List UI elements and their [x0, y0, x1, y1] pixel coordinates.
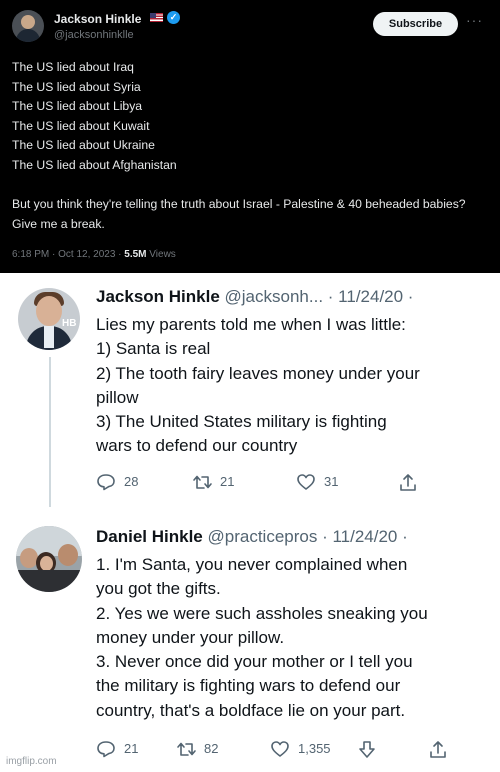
reply-icon [97, 474, 115, 491]
tweet-text: Lies my parents told me when I was littl… [96, 313, 488, 459]
author-name[interactable]: Daniel Hinkle [96, 527, 203, 546]
tweet-line: country, that's a boldface lie on your p… [96, 700, 406, 720]
watermark: imgflip.com [6, 756, 57, 767]
tweet-text: 1. I'm Santa, you never complained when … [96, 553, 488, 723]
subscribe-button[interactable]: Subscribe [373, 12, 458, 36]
views-count: 5.5M [124, 249, 147, 260]
tweet-header: Daniel Hinkle @practicepros · 11/24/20 · [96, 526, 408, 548]
tweet-line: pillow [96, 387, 139, 407]
author-avatar[interactable]: HB [18, 288, 80, 350]
tweet-line: The US lied about Iraq [12, 60, 134, 74]
download-icon [359, 741, 375, 758]
like-count: 1,355 [298, 741, 331, 756]
tweet-line: Lies my parents told me when I was littl… [96, 315, 406, 334]
more-options-icon[interactable]: ··· [466, 12, 483, 28]
verified-badge-icon: ✓ [167, 11, 180, 24]
retweet-icon [177, 742, 196, 756]
views-label: Views [146, 249, 176, 260]
tweet-line: The US lied about Kuwait [12, 118, 150, 133]
avatar-badge: HB [62, 318, 77, 329]
tweet-daniel[interactable]: Daniel Hinkle @practicepros · 11/24/20 ·… [0, 510, 500, 772]
tweet-jackson[interactable]: HB Jackson Hinkle @jacksonh... · 11/24/2… [0, 274, 500, 496]
retweet-count: 82 [204, 741, 219, 756]
share-icon [400, 474, 416, 491]
tweet-line: 2) The tooth fairy leaves money under yo… [96, 363, 420, 383]
top-tweet: Jackson Hinkle ✓ @jacksonhinklle Subscri… [0, 0, 500, 273]
tweet-date[interactable]: · 11/24/20 · [322, 527, 408, 546]
tweet-line: The US lied about Ukraine [12, 138, 155, 152]
tweet-line: 3) The United States military is fightin… [96, 412, 387, 432]
author-handle[interactable]: @jacksonhinklle [54, 29, 134, 41]
tweet-actions: 28 21 31 [96, 471, 426, 493]
tweet-line: you got the gifts. [96, 579, 221, 599]
author-avatar[interactable] [16, 526, 82, 592]
retweet-count: 21 [220, 474, 235, 489]
reply-count: 21 [124, 741, 139, 756]
tweet-line: money under your pillow. [96, 627, 285, 647]
reply-icon [97, 741, 115, 758]
retweet-icon [193, 475, 212, 489]
tweet-timestamp[interactable]: 6:18 PM · Oct 12, 2023 · [12, 249, 124, 260]
author-name[interactable]: Jackson Hinkle [54, 12, 141, 26]
tweet-line: 3. Never once did your mother or I tell … [96, 652, 413, 672]
tweet-line: The US lied about Afghanistan [12, 157, 177, 172]
reply-count: 28 [124, 474, 139, 489]
tweet-actions: 21 82 1,355 [96, 738, 446, 760]
tweet-date[interactable]: · 11/24/20 · [328, 287, 414, 306]
author-handle[interactable]: @jacksonh... [225, 287, 324, 306]
tweet-line: 2. Yes we were such assholes sneaking yo… [96, 603, 428, 623]
share-icon [430, 741, 446, 758]
author-handle[interactable]: @practicepros [208, 527, 318, 546]
tweet-line: The US lied about Libya [12, 99, 143, 113]
tweet-line: The US lied about Syria [12, 79, 141, 94]
tweet-line: 1. I'm Santa, you never complained when [96, 555, 408, 574]
tweet-text: The US lied about Iraq The US lied about… [12, 58, 482, 175]
flag-us-icon [150, 13, 163, 22]
tweet-header: Jackson Hinkle @jacksonh... · 11/24/20 · [96, 286, 413, 308]
like-count: 31 [324, 474, 339, 489]
author-avatar[interactable] [12, 10, 44, 42]
like-icon [297, 474, 315, 490]
tweet-line: 1) Santa is real [96, 339, 211, 359]
like-icon [271, 741, 289, 757]
tweet-paragraph: But you think they're telling the truth … [12, 197, 466, 231]
author-name[interactable]: Jackson Hinkle [96, 287, 220, 306]
tweet-meta: 6:18 PM · Oct 12, 2023 · 5.5M Views [12, 249, 176, 260]
tweet-line: wars to defend our country [96, 436, 298, 456]
tweet-line: the military is fighting wars to defend … [96, 676, 401, 696]
